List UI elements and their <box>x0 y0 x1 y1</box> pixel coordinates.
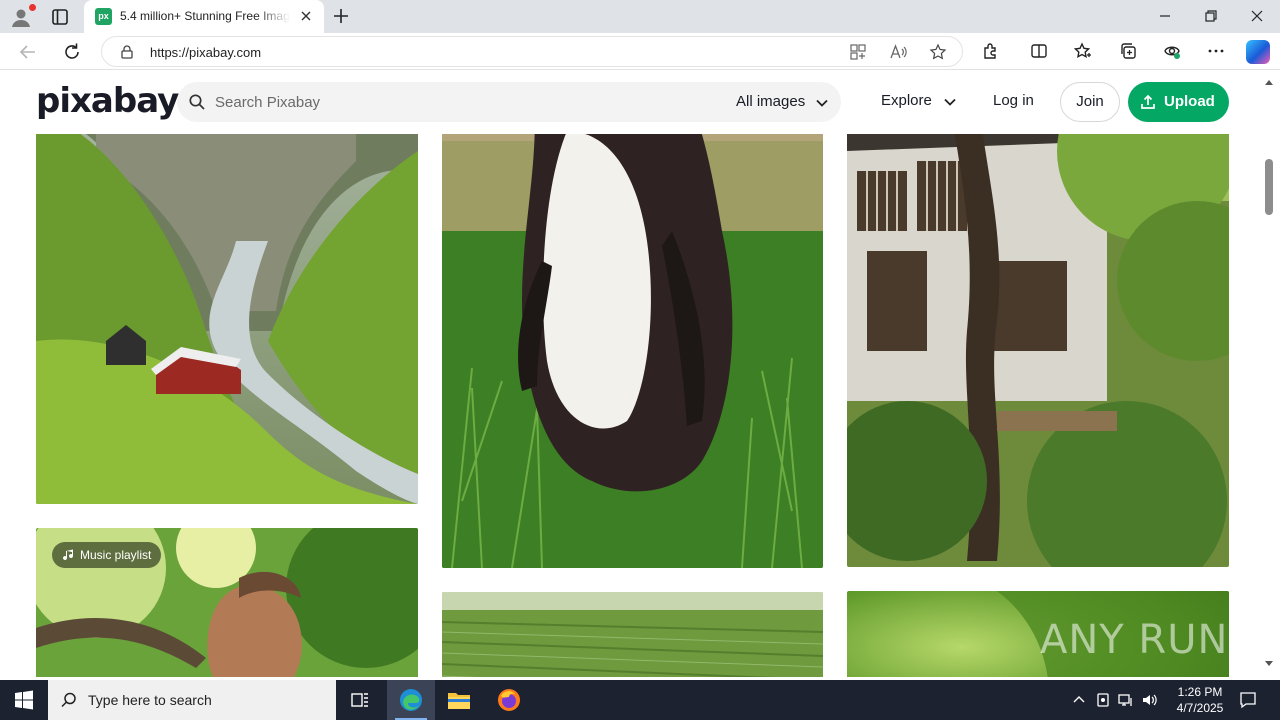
photo-field[interactable] <box>442 592 823 677</box>
favorites-icon[interactable] <box>1073 41 1093 61</box>
favorite-star-icon[interactable] <box>929 43 947 61</box>
photo-house-image <box>847 81 1229 567</box>
taskbar-search-placeholder: Type here to search <box>88 692 212 708</box>
upload-label: Upload <box>1164 93 1215 110</box>
close-tab-icon[interactable] <box>298 8 314 24</box>
browser-essentials-icon[interactable] <box>1162 41 1182 61</box>
network-icon[interactable] <box>1117 691 1135 709</box>
clock-date: 4/7/2025 <box>1176 701 1224 715</box>
photo-valley[interactable] <box>36 81 418 504</box>
file-explorer-taskbar-button[interactable] <box>435 680 483 720</box>
windows-start-icon[interactable] <box>14 690 34 710</box>
explore-menu[interactable]: Explore <box>881 92 932 109</box>
music-note-icon <box>63 549 74 561</box>
address-bar[interactable]: https://pixabay.com <box>101 36 963 67</box>
firefox-taskbar-button[interactable] <box>485 680 533 720</box>
extensions-icon[interactable] <box>981 41 1001 61</box>
scrollbar-thumb[interactable] <box>1265 159 1273 215</box>
photo-penguin[interactable] <box>442 81 823 568</box>
music-playlist-label: Music playlist <box>80 548 152 562</box>
pixabay-logo[interactable]: pixabay <box>36 81 179 121</box>
folder-icon <box>448 693 470 709</box>
task-view-icon <box>351 693 368 707</box>
photo-penguin-image <box>442 81 823 568</box>
app-available-icon[interactable] <box>849 43 867 61</box>
more-options-icon[interactable] <box>1206 41 1226 61</box>
upload-icon <box>1141 94 1155 109</box>
photo-monk[interactable]: Music playlist <box>36 528 418 677</box>
search-bar: All images <box>177 82 841 122</box>
restore-icon[interactable] <box>1198 4 1224 28</box>
photo-field-image <box>442 592 823 677</box>
edge-taskbar-button[interactable] <box>387 680 435 720</box>
volume-icon[interactable] <box>1141 691 1159 709</box>
security-tray-icon[interactable] <box>1094 691 1112 709</box>
address-toolbar: https://pixabay.com <box>0 33 1280 70</box>
browser-tab-bar: px 5.4 million+ Stunning Free Images <box>0 0 1280 33</box>
notification-dot <box>29 4 36 11</box>
url-text[interactable]: https://pixabay.com <box>150 45 261 60</box>
show-hidden-icons-icon[interactable] <box>1070 691 1088 709</box>
back-icon[interactable] <box>17 41 39 63</box>
new-tab-icon[interactable] <box>331 6 351 26</box>
upload-button[interactable]: Upload <box>1128 82 1229 122</box>
close-window-icon[interactable] <box>1244 4 1270 28</box>
windows-taskbar: Type here to search 1:26 PM 4/7/2025 <box>0 680 1280 720</box>
split-screen-icon[interactable] <box>1029 41 1049 61</box>
tab-active[interactable]: px 5.4 million+ Stunning Free Images <box>84 0 324 33</box>
search-input[interactable] <box>215 92 695 112</box>
search-icon[interactable] <box>188 93 206 111</box>
lock-icon[interactable] <box>119 44 135 60</box>
music-playlist-badge[interactable]: Music playlist <box>52 542 162 568</box>
media-type-filter[interactable]: All images <box>736 93 805 110</box>
notifications-icon[interactable] <box>1238 690 1258 710</box>
collections-icon[interactable] <box>1118 41 1138 61</box>
tab-actions-icon[interactable] <box>50 7 70 27</box>
pixabay-favicon-icon: px <box>95 8 112 25</box>
photo-valley-image <box>36 81 418 504</box>
minimize-icon[interactable] <box>1152 4 1178 28</box>
task-view-button[interactable] <box>336 680 384 720</box>
join-button[interactable]: Join <box>1060 82 1120 122</box>
copilot-icon[interactable] <box>1246 40 1270 64</box>
taskbar-search-icon <box>61 692 76 708</box>
refresh-icon[interactable] <box>61 41 83 63</box>
scroll-down-icon[interactable] <box>1263 659 1275 669</box>
web-page: Music playlist ANY RUN pixabay Search Pi… <box>0 71 1280 677</box>
firefox-icon <box>498 689 520 711</box>
scroll-up-icon[interactable] <box>1263 77 1275 87</box>
read-aloud-icon[interactable] <box>889 43 907 61</box>
tab-title: 5.4 million+ Stunning Free Images <box>120 9 290 23</box>
site-header: pixabay All images Explore Log in Join U… <box>0 71 1262 134</box>
chevron-down-icon[interactable] <box>815 96 829 110</box>
taskbar-search-box[interactable]: Type here to search <box>48 680 336 720</box>
explore-chevron-down-icon[interactable] <box>943 95 957 109</box>
photo-house[interactable] <box>847 81 1229 567</box>
system-clock[interactable]: 1:26 PM 4/7/2025 <box>1172 684 1228 716</box>
login-link[interactable]: Log in <box>993 92 1034 109</box>
edge-icon <box>400 689 422 711</box>
anyrun-watermark: ANY RUN <box>1040 617 1229 663</box>
clock-time: 1:26 PM <box>1177 685 1223 699</box>
vertical-scrollbar[interactable] <box>1262 71 1280 677</box>
